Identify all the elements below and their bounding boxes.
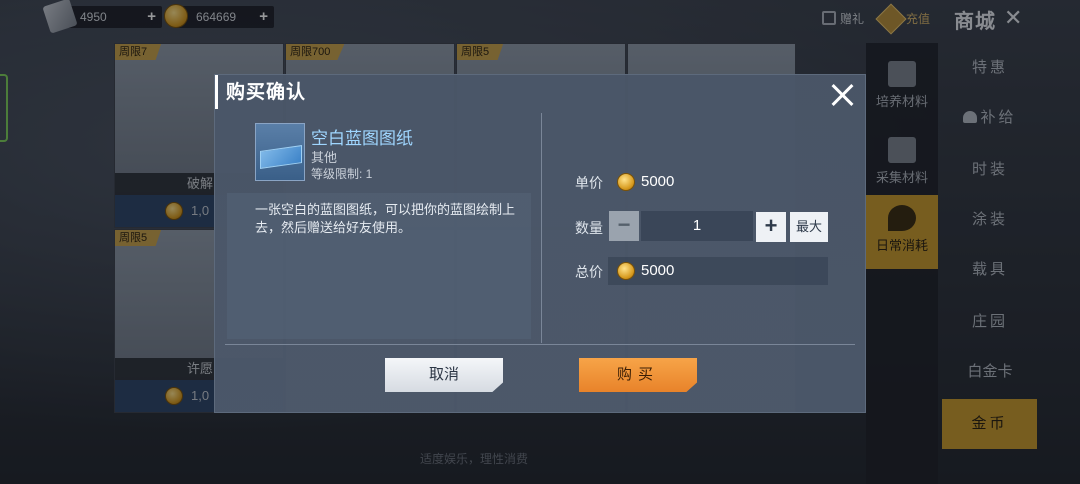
blueprint-icon bbox=[255, 123, 305, 181]
quantity-input[interactable]: 1 bbox=[641, 211, 753, 241]
coin-icon bbox=[617, 173, 635, 191]
blueprint-paper bbox=[260, 145, 302, 169]
decrease-quantity-button[interactable]: − bbox=[609, 211, 639, 241]
unit-price-value: 5000 bbox=[641, 173, 675, 190]
divider bbox=[541, 113, 542, 343]
quantity-label: 数量 bbox=[575, 220, 603, 236]
total-price-label: 总价 bbox=[575, 264, 603, 280]
coin-icon bbox=[617, 262, 635, 280]
purchase-dialog: 购买确认 空白蓝图图纸 其他 等级限制: 1 一张空白的蓝图图纸，可以把你的蓝图… bbox=[214, 74, 866, 413]
item-type: 其他 bbox=[311, 150, 338, 165]
close-icon[interactable] bbox=[829, 81, 857, 109]
buy-button[interactable]: 购买 bbox=[579, 358, 697, 392]
item-name: 空白蓝图图纸 bbox=[311, 129, 413, 148]
increase-quantity-button[interactable]: + bbox=[756, 212, 786, 242]
max-quantity-button[interactable]: 最大 bbox=[790, 212, 828, 242]
cancel-button[interactable]: 取消 bbox=[385, 358, 503, 392]
divider bbox=[225, 344, 855, 345]
dialog-title: 购买确认 bbox=[215, 75, 306, 109]
unit-price-label: 单价 bbox=[575, 175, 603, 191]
item-description: 一张空白的蓝图图纸，可以把你的蓝图绘制上去，然后赠送给好友使用。 bbox=[255, 202, 516, 235]
item-level-limit: 等级限制: 1 bbox=[311, 167, 373, 181]
total-price-value: 5000 bbox=[641, 262, 675, 279]
